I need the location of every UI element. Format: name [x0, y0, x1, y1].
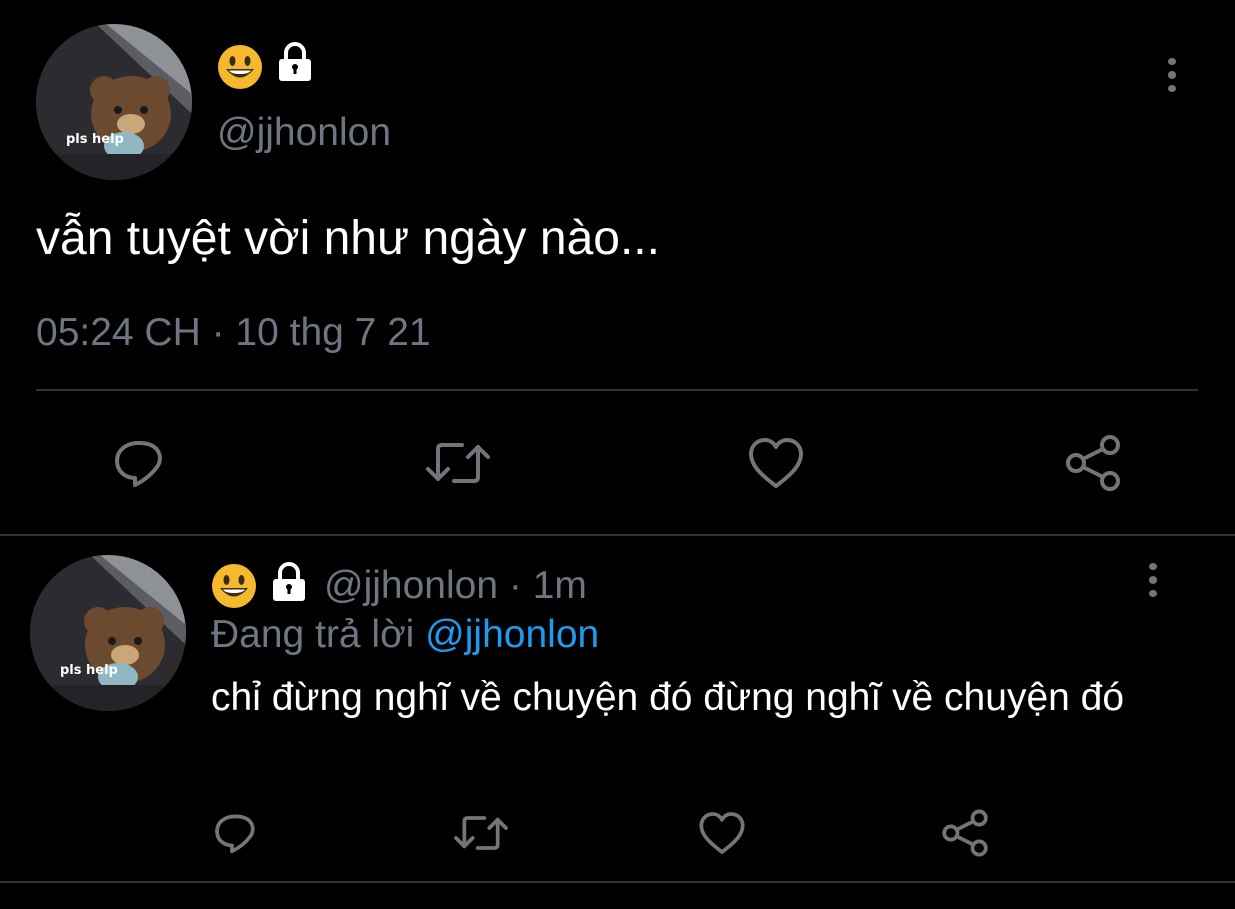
reply-icon: [115, 441, 162, 487]
retweet-button[interactable]: [420, 432, 496, 494]
like-icon: [699, 812, 745, 854]
tweet-text: chỉ đừng nghĩ về chuyện đó đừng nghĩ về …: [211, 676, 1125, 719]
lock-icon: [273, 562, 305, 601]
reply-button[interactable]: [210, 806, 264, 860]
grinning-face-emoji: [218, 45, 262, 89]
retweet-icon: [426, 443, 490, 483]
more-options-icon[interactable]: [1143, 563, 1163, 597]
like-button[interactable]: [695, 806, 749, 860]
avatar-photo: [36, 24, 192, 180]
avatar-caption: pls help: [66, 132, 124, 147]
avatar[interactable]: pls help: [36, 24, 192, 180]
user-handle-time[interactable]: @jjhonlon · 1m: [324, 563, 587, 609]
reply-button[interactable]: [108, 432, 174, 494]
retweet-button[interactable]: [450, 806, 512, 860]
lock-icon: [279, 42, 311, 81]
tweet-text: vẫn tuyệt vời như ngày nào...: [36, 212, 660, 265]
more-options-icon[interactable]: [1162, 58, 1182, 92]
retweet-icon: [454, 816, 508, 850]
grinning-face-emoji: [212, 564, 256, 608]
tweet-timestamp: 05:24 CH · 10 thg 7 21: [36, 311, 431, 354]
share-button[interactable]: [1060, 432, 1126, 494]
avatar[interactable]: pls help: [30, 555, 186, 711]
share-icon: [942, 809, 988, 857]
replying-prefix: Đang trả lời: [211, 613, 415, 656]
replying-handle-link[interactable]: @jjhonlon: [425, 613, 599, 656]
like-button[interactable]: [744, 432, 808, 494]
avatar-caption: pls help: [60, 663, 118, 678]
bottom-divider: [0, 881, 1235, 883]
user-handle[interactable]: @jjhonlon: [217, 110, 391, 156]
replying-to: Đang trả lời @jjhonlon: [211, 612, 599, 658]
section-divider: [0, 534, 1235, 536]
reply-icon: [215, 814, 255, 854]
divider: [36, 389, 1198, 391]
share-icon: [1066, 435, 1120, 491]
share-button[interactable]: [938, 806, 992, 860]
avatar-photo: [30, 555, 186, 711]
like-icon: [749, 438, 803, 488]
